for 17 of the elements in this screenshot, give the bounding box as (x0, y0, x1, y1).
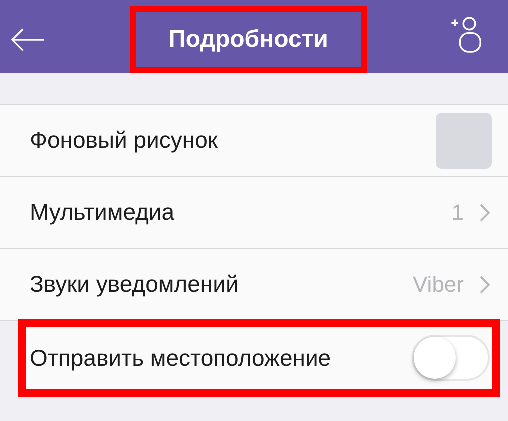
row-label: Мультимедиа (30, 199, 176, 226)
row-label: Фоновый рисунок (30, 127, 219, 154)
row-label: Отправить местоположение (30, 344, 332, 372)
row-value: Viber (413, 272, 464, 298)
settings-row[interactable]: Отправить местоположение (18, 319, 500, 397)
add-contact-icon[interactable] (450, 14, 484, 56)
row-value: 1 (452, 200, 464, 226)
chevron-icon (480, 276, 490, 294)
settings-row[interactable]: Звуки уведомлений Viber (0, 249, 508, 321)
background-thumbnail[interactable] (436, 112, 492, 168)
row-label: Звуки уведомлений (30, 271, 240, 298)
location-toggle[interactable] (412, 335, 490, 381)
chevron-icon (480, 204, 490, 222)
settings-row[interactable]: Мультимедиа 1 (0, 177, 508, 249)
header-title: Подробности (130, 6, 367, 73)
back-arrow-icon[interactable] (10, 27, 46, 53)
settings-row[interactable]: Фоновый рисунок (0, 105, 508, 177)
